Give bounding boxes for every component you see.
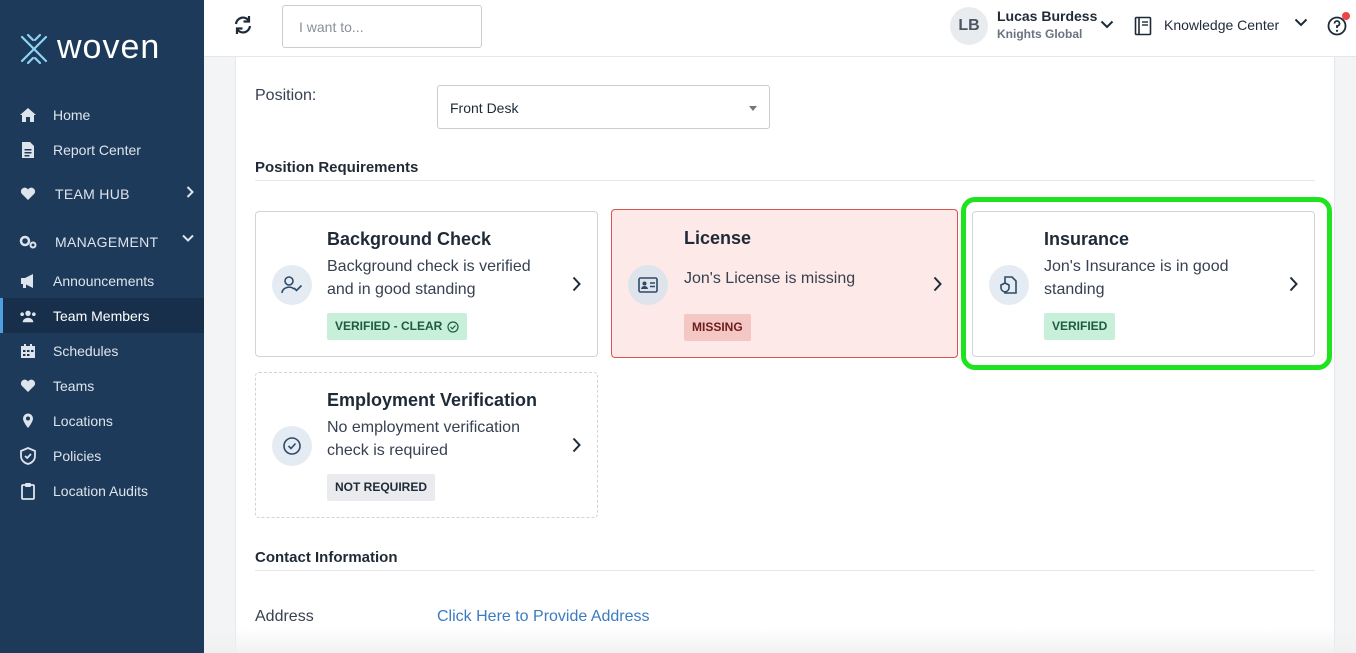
position-select[interactable]: Front Desk bbox=[437, 85, 770, 129]
requirement-card-employment-verification[interactable]: Employment Verification No employment ve… bbox=[255, 372, 598, 518]
calendar-icon bbox=[19, 342, 37, 360]
position-select-value: Front Desk bbox=[450, 100, 519, 116]
sidebar-item-label: Announcements bbox=[53, 272, 155, 289]
sidebar-section-management[interactable]: MANAGEMENT bbox=[0, 224, 204, 259]
sidebar-item-home[interactable]: Home bbox=[0, 97, 204, 132]
contact-information-title: Contact Information bbox=[255, 549, 398, 566]
sidebar-item-label: Schedules bbox=[53, 342, 119, 359]
book-icon bbox=[1134, 16, 1152, 36]
scroll-fade bbox=[204, 628, 1356, 653]
pin-icon bbox=[19, 412, 37, 430]
sidebar-item-label: Team Members bbox=[53, 307, 150, 324]
refresh-icon[interactable] bbox=[232, 14, 254, 36]
woven-logo-icon bbox=[20, 33, 48, 64]
id-card-icon bbox=[628, 265, 668, 305]
sidebar-item-label: Teams bbox=[53, 377, 95, 394]
sidebar-item-label: Location Audits bbox=[53, 482, 148, 499]
card-title: Employment Verification bbox=[327, 390, 538, 410]
sidebar-section-team-hub[interactable]: TEAM HUB bbox=[0, 176, 204, 211]
sidebar-item-locations[interactable]: Locations bbox=[0, 403, 204, 438]
sidebar-item-schedules[interactable]: Schedules bbox=[0, 333, 204, 368]
heart-icon bbox=[19, 185, 37, 203]
logo-text: woven bbox=[57, 28, 161, 66]
divider bbox=[255, 180, 1315, 181]
requirement-card-background-check[interactable]: Background Check Background check is ver… bbox=[255, 211, 598, 357]
clipboard-icon bbox=[19, 482, 37, 500]
user-name[interactable]: Lucas Burdess bbox=[997, 8, 1097, 24]
sidebar: woven Home Report Center TEAM HUB MANAGE… bbox=[0, 0, 204, 653]
avatar[interactable]: LB bbox=[950, 7, 988, 45]
home-icon bbox=[19, 106, 37, 124]
sidebar-item-team-members[interactable]: Team Members bbox=[0, 298, 204, 333]
chevron-down-icon[interactable] bbox=[1294, 18, 1308, 27]
highlight-outline bbox=[961, 197, 1332, 370]
chevron-right-icon[interactable] bbox=[572, 437, 581, 453]
address-label: Address bbox=[255, 608, 314, 625]
sidebar-item-policies[interactable]: Policies bbox=[0, 438, 204, 473]
position-label: Position: bbox=[255, 87, 317, 104]
user-organization: Knights Global bbox=[997, 27, 1083, 41]
caret-down-icon bbox=[749, 106, 757, 111]
users-icon bbox=[19, 307, 37, 325]
sidebar-item-label: Policies bbox=[53, 447, 102, 464]
megaphone-icon bbox=[19, 272, 37, 290]
woven-logo[interactable]: woven bbox=[19, 28, 160, 67]
notification-dot bbox=[1342, 12, 1350, 20]
sidebar-item-location-audits[interactable]: Location Audits bbox=[0, 473, 204, 508]
top-bar: LB Lucas Burdess Knights Global Knowledg… bbox=[204, 0, 1356, 57]
card-title: Background Check bbox=[327, 229, 492, 249]
status-badge: VERIFIED - CLEAR bbox=[327, 313, 468, 340]
chevron-right-icon bbox=[186, 186, 194, 198]
chevron-down-icon bbox=[182, 234, 194, 242]
card-description: Background check is verified and in good… bbox=[327, 258, 531, 298]
card-description: Jon's License is missing bbox=[684, 270, 856, 287]
status-badge-label: NOT REQUIRED bbox=[335, 480, 428, 494]
status-badge: MISSING bbox=[684, 314, 751, 341]
sidebar-item-report-center[interactable]: Report Center bbox=[0, 132, 204, 167]
sidebar-item-label: TEAM HUB bbox=[55, 185, 130, 202]
sidebar-item-announcements[interactable]: Announcements bbox=[0, 263, 204, 298]
chevron-down-icon[interactable] bbox=[1100, 20, 1114, 29]
check-badge-icon bbox=[272, 426, 312, 466]
requirement-card-license[interactable]: License Jon's License is missing MISSING bbox=[611, 209, 958, 358]
shield-icon bbox=[19, 446, 37, 465]
status-badge-label: MISSING bbox=[692, 320, 743, 334]
report-icon bbox=[19, 141, 37, 159]
heart-icon bbox=[19, 377, 37, 395]
check-circle-icon bbox=[447, 320, 459, 333]
sidebar-item-teams[interactable]: Teams bbox=[0, 368, 204, 403]
status-badge: NOT REQUIRED bbox=[327, 474, 436, 501]
chevron-right-icon[interactable] bbox=[933, 276, 942, 292]
knowledge-center-link[interactable]: Knowledge Center bbox=[1164, 17, 1279, 33]
chevron-right-icon[interactable] bbox=[572, 276, 581, 292]
search-input[interactable] bbox=[282, 5, 482, 48]
card-description: No employment verification check is requ… bbox=[327, 419, 520, 459]
gears-icon bbox=[19, 233, 37, 251]
divider bbox=[255, 570, 1315, 571]
sidebar-item-label: Report Center bbox=[53, 141, 141, 158]
sidebar-item-label: Home bbox=[53, 106, 91, 123]
status-badge-label: VERIFIED - CLEAR bbox=[335, 319, 443, 333]
sidebar-item-label: Locations bbox=[53, 412, 113, 429]
provide-address-link[interactable]: Click Here to Provide Address bbox=[437, 608, 650, 626]
user-check-icon bbox=[272, 265, 312, 305]
position-requirements-title: Position Requirements bbox=[255, 159, 419, 176]
card-title: License bbox=[684, 228, 752, 248]
sidebar-item-label: MANAGEMENT bbox=[55, 233, 159, 250]
